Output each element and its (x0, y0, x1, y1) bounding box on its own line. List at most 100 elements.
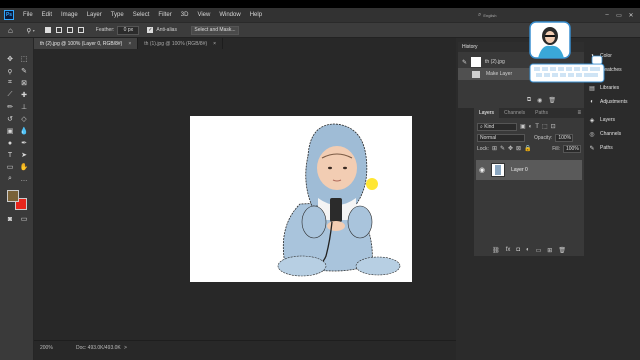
healing-brush-icon[interactable]: ✚ (18, 90, 30, 100)
menu-select[interactable]: Select (133, 12, 150, 18)
eraser-tool-icon[interactable]: ◇ (18, 114, 30, 124)
close-icon[interactable]: ✕ (626, 11, 636, 19)
home-icon[interactable]: ⌂ (8, 26, 13, 35)
panel-layers[interactable]: ◈ Layers (588, 116, 615, 124)
menu-window[interactable]: Window (219, 12, 240, 18)
zoom-level[interactable]: 200% (40, 345, 53, 351)
panel-adjustments[interactable]: ◐ Adjustments (588, 98, 627, 106)
menu-type[interactable]: Type (111, 12, 124, 18)
lock-position-icon[interactable]: ✥ (508, 145, 513, 152)
eyedropper-tool-icon[interactable]: ⟋ (4, 90, 16, 100)
panel-libraries[interactable]: ▤ Libraries (588, 84, 619, 92)
window-controls: – ▭ ✕ (602, 11, 636, 19)
smart-object-filter-icon[interactable]: ⊡ (551, 123, 556, 130)
menu-image[interactable]: Image (61, 12, 78, 18)
foreground-color-swatch[interactable] (7, 190, 19, 202)
menu-filter[interactable]: Filter (158, 12, 171, 18)
brush-tool-icon[interactable]: ✏ (4, 102, 16, 112)
more-tools-icon[interactable]: … (18, 174, 30, 184)
type-filter-icon[interactable]: T (535, 124, 539, 130)
history-step-label: Make Layer (486, 71, 513, 77)
fill-input[interactable]: 100% (563, 144, 581, 153)
hand-tool-icon[interactable]: ✋ (18, 162, 30, 172)
adjustment-layer-icon[interactable]: ◐ (526, 247, 530, 253)
menu-help[interactable]: Help (250, 12, 262, 18)
new-document-icon[interactable]: ⧉ (527, 97, 531, 104)
marquee-tool-icon[interactable]: ⬚ (18, 54, 30, 64)
move-tool-icon[interactable]: ✥ (4, 54, 16, 64)
lock-artboard-icon[interactable]: ⊠ (516, 145, 521, 152)
intersect-selection-icon[interactable] (77, 27, 84, 33)
trash-icon[interactable]: 🗑 (558, 247, 566, 254)
menu-view[interactable]: View (197, 12, 210, 18)
close-icon[interactable]: × (213, 41, 216, 47)
brush-icon: ✎ (462, 59, 468, 66)
rectangle-tool-icon[interactable]: ▭ (4, 162, 16, 172)
eye-icon[interactable]: ◉ (479, 166, 485, 174)
tab-channels[interactable]: Channels (499, 108, 530, 118)
trash-icon[interactable]: 🗑 (548, 97, 556, 104)
path-selection-icon[interactable]: ➤ (18, 150, 30, 160)
type-tool-icon[interactable]: T (4, 150, 16, 160)
mask-icon[interactable]: ◘ (516, 247, 520, 253)
tab-paths[interactable]: Paths (530, 108, 553, 118)
status-menu-arrow[interactable]: > (124, 345, 127, 351)
lasso-tool-preset-icon[interactable]: ϙ (27, 27, 31, 34)
screen-mode-icon[interactable]: ▭ (18, 214, 30, 224)
lock-brush-icon[interactable]: ✎ (500, 145, 505, 152)
feather-label: Feather: (95, 27, 115, 33)
chevron-down-icon[interactable]: ▾ (33, 28, 35, 33)
fx-icon[interactable]: fx (506, 247, 511, 253)
document-canvas[interactable] (190, 116, 412, 282)
zoom-tool-icon[interactable]: ⌕ (4, 174, 16, 184)
new-selection-icon[interactable] (44, 27, 51, 33)
tab-layers[interactable]: Layers (474, 108, 500, 118)
dodge-tool-icon[interactable]: ● (4, 138, 16, 148)
minimize-icon[interactable]: – (602, 11, 612, 19)
layer-row[interactable]: ◉ Layer 0 (476, 160, 582, 180)
lock-all-icon[interactable]: 🔒 (524, 145, 531, 152)
shape-filter-icon[interactable]: ⬚ (542, 123, 548, 130)
antialias-checkbox[interactable]: ✓ (147, 27, 154, 33)
kind-filter-select[interactable]: ⌕ Kind (477, 122, 517, 131)
blur-tool-icon[interactable]: 💧 (18, 126, 30, 136)
menu-3d[interactable]: 3D (181, 12, 189, 18)
tab-th2[interactable]: th (2).jpg @ 100% (Layer 0, RGB/8#) × (34, 38, 139, 49)
camera-icon[interactable]: ◉ (537, 97, 542, 104)
panel-paths-label: Paths (600, 145, 613, 151)
maximize-icon[interactable]: ▭ (614, 11, 624, 19)
frame-tool-icon[interactable]: ⊠ (18, 78, 30, 88)
adjustment-filter-icon[interactable]: ◐ (529, 124, 533, 130)
blend-mode-select[interactable]: Normal (477, 133, 525, 142)
quick-mask-icon[interactable]: ◙ (4, 214, 16, 224)
language-indicator[interactable]: ⌕ English (478, 11, 530, 19)
lock-pixels-icon[interactable]: ⊞ (492, 145, 497, 152)
tools-panel: ✥ ⬚ ϙ ✎ ⌗ ⊠ ⟋ ✚ ✏ ⊥ ↺ ◇ ▣ 💧 ● ✒ T ➤ ▭ ✋ … (0, 38, 34, 360)
pen-tool-icon[interactable]: ✒ (18, 138, 30, 148)
tab-th1[interactable]: th (1).jpg @ 100% (RGB/8#) × (138, 38, 224, 49)
photoshop-logo[interactable]: Ps (4, 10, 14, 20)
panel-paths[interactable]: ✎ Paths (588, 144, 613, 152)
crop-tool-icon[interactable]: ⌗ (4, 78, 16, 88)
lasso-tool-icon[interactable]: ϙ (4, 66, 16, 76)
select-and-mask-button[interactable]: Select and Mask... (190, 25, 239, 35)
gradient-tool-icon[interactable]: ▣ (4, 126, 16, 136)
folder-icon[interactable]: ▭ (536, 247, 542, 254)
pixel-filter-icon[interactable]: ▣ (520, 123, 526, 130)
quick-selection-tool-icon[interactable]: ✎ (18, 66, 30, 76)
new-layer-icon[interactable]: ⊞ (547, 247, 552, 254)
panel-menu-icon[interactable]: ≡ (577, 110, 581, 116)
subtract-selection-icon[interactable] (66, 27, 73, 33)
menu-file[interactable]: File (23, 12, 33, 18)
add-selection-icon[interactable] (55, 27, 62, 33)
close-icon[interactable]: × (128, 41, 131, 47)
feather-input[interactable]: 0 px (117, 25, 140, 35)
menu-layer[interactable]: Layer (87, 12, 102, 18)
stamp-tool-icon[interactable]: ⊥ (18, 102, 30, 112)
menu-edit[interactable]: Edit (42, 12, 52, 18)
history-brush-icon[interactable]: ↺ (4, 114, 16, 124)
panel-channels[interactable]: ◎ Channels (588, 130, 621, 138)
link-icon[interactable]: ⛓ (492, 247, 500, 254)
layer-name[interactable]: Layer 0 (511, 167, 528, 173)
opacity-input[interactable]: 100% (555, 133, 574, 142)
